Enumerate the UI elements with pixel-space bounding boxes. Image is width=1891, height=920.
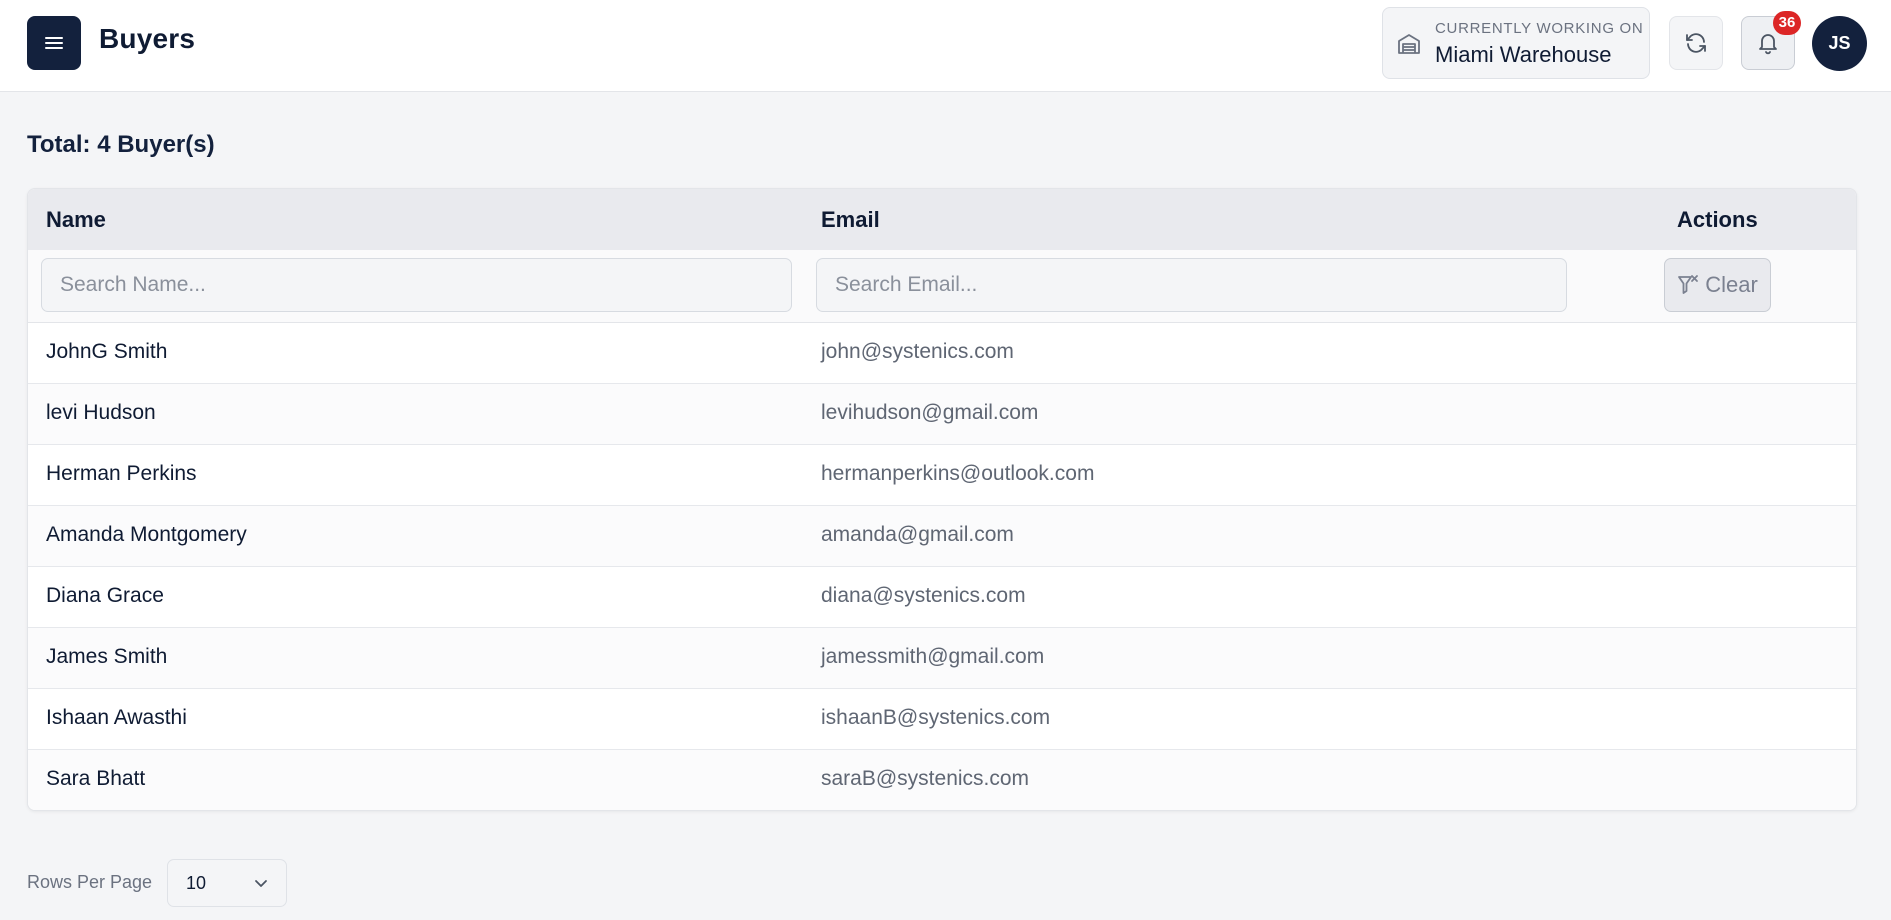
table-row[interactable]: levi Hudson levihudson@gmail.com — [28, 384, 1856, 445]
buyer-name: JohnG Smith — [46, 340, 168, 363]
warehouse-icon — [1398, 34, 1420, 54]
table-row[interactable]: JohnG Smith john@systenics.com — [28, 323, 1856, 384]
rows-per-page-value: 10 — [186, 873, 207, 893]
user-avatar[interactable]: JS — [1812, 16, 1867, 71]
column-header-name[interactable]: Name — [46, 207, 106, 233]
search-email-input[interactable] — [816, 258, 1567, 312]
buyer-name: Amanda Montgomery — [46, 523, 247, 546]
buyer-email: amanda@gmail.com — [821, 523, 1014, 546]
menu-button[interactable] — [27, 16, 81, 70]
buyer-email: diana@systenics.com — [821, 584, 1026, 607]
rows-per-page-select[interactable]: 10 — [167, 859, 287, 907]
refresh-button[interactable] — [1669, 16, 1723, 70]
buyer-email: saraB@systenics.com — [821, 767, 1030, 790]
buyer-name: Herman Perkins — [46, 462, 197, 485]
total-count: Total: 4 Buyer(s) — [27, 131, 215, 158]
clear-filters-button[interactable]: Clear — [1664, 258, 1771, 312]
top-bar: Buyers CURRENTLY WORKING ON Miami Wareho… — [0, 0, 1891, 92]
buyers-table: Name Email Actions Clear JohnG Smith joh… — [27, 188, 1857, 811]
column-header-email[interactable]: Email — [821, 207, 880, 233]
column-header-actions: Actions — [1677, 207, 1758, 232]
refresh-icon — [1686, 33, 1706, 53]
notification-count-badge: 36 — [1773, 11, 1801, 35]
buyer-email: levihudson@gmail.com — [821, 401, 1039, 424]
table-row[interactable]: Sara Bhatt saraB@systenics.com — [28, 750, 1856, 810]
buyer-name: Sara Bhatt — [46, 767, 146, 790]
warehouse-name: Miami Warehouse — [1435, 42, 1612, 67]
bell-icon — [1759, 34, 1777, 55]
filter-row: Clear — [28, 250, 1856, 323]
clear-label: Clear — [1705, 272, 1758, 297]
page-title: Buyers — [99, 23, 196, 54]
table-row[interactable]: Amanda Montgomery amanda@gmail.com — [28, 506, 1856, 567]
hamburger-icon — [45, 37, 63, 49]
buyer-email: jamessmith@gmail.com — [821, 645, 1045, 668]
rows-per-page-label: Rows Per Page — [27, 872, 153, 892]
buyer-name: James Smith — [46, 645, 168, 668]
chevron-down-icon — [255, 880, 267, 887]
buyer-email: hermanperkins@outlook.com — [821, 462, 1095, 485]
search-name-input[interactable] — [41, 258, 792, 312]
table-row[interactable]: Herman Perkins hermanperkins@outlook.com — [28, 445, 1856, 506]
buyer-email: john@systenics.com — [821, 340, 1014, 363]
table-row[interactable]: Ishaan Awasthi ishaanB@systenics.com — [28, 689, 1856, 750]
buyer-name: levi Hudson — [46, 401, 156, 424]
table-header: Name Email Actions — [28, 189, 1856, 250]
buyer-name: Diana Grace — [46, 584, 164, 607]
table-row[interactable]: Diana Grace diana@systenics.com — [28, 567, 1856, 628]
current-warehouse[interactable]: CURRENTLY WORKING ON Miami Warehouse — [1382, 7, 1650, 79]
buyer-name: Ishaan Awasthi — [46, 706, 187, 729]
buyer-email: ishaanB@systenics.com — [821, 706, 1051, 729]
table-row[interactable]: James Smith jamessmith@gmail.com — [28, 628, 1856, 689]
filter-x-icon — [1678, 275, 1699, 294]
working-on-caption: CURRENTLY WORKING ON — [1435, 20, 1644, 37]
